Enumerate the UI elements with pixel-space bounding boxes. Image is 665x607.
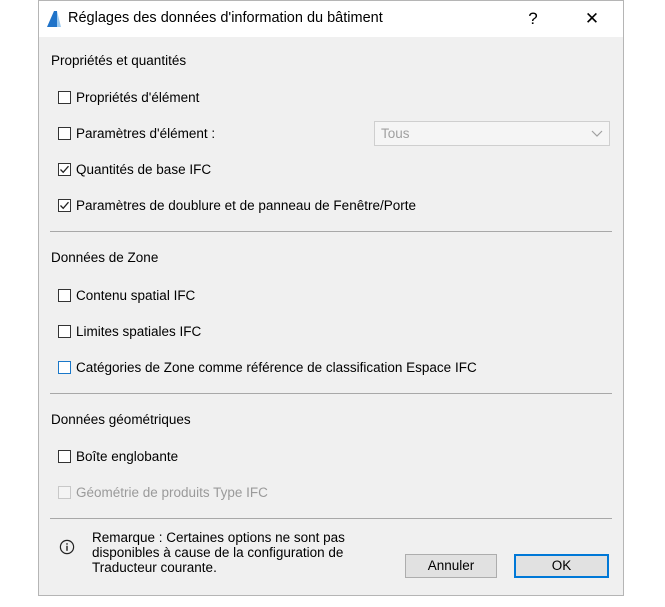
checkbox[interactable]: [58, 126, 71, 140]
option-ifc-type-product-geometry: Géométrie de produits Type IFC: [58, 483, 268, 501]
ok-button[interactable]: OK: [514, 554, 609, 578]
option-zone-category-classification[interactable]: Catégories de Zone comme référence de cl…: [58, 358, 477, 376]
option-ifc-space-boundaries[interactable]: Limites spatiales IFC: [58, 322, 201, 340]
option-label: Propriétés d'élément: [76, 89, 200, 105]
note-text: Remarque : Certaines options ne sont pas…: [92, 530, 392, 575]
option-label: Paramètres de doublure et de panneau de …: [76, 197, 416, 213]
close-button[interactable]: ✕: [576, 5, 608, 33]
option-window-door-lining-panel[interactable]: Paramètres de doublure et de panneau de …: [58, 196, 416, 214]
window-title: Réglages des données d'information du bâ…: [68, 10, 383, 26]
bim-data-settings-dialog: Réglages des données d'information du bâ…: [38, 0, 624, 596]
option-element-properties[interactable]: Propriétés d'élément: [58, 88, 199, 106]
checkmark-icon: [60, 201, 69, 209]
chevron-down-icon: [591, 130, 603, 137]
option-label: Paramètres d'élément :: [76, 125, 216, 141]
checkbox[interactable]: [58, 90, 71, 104]
option-label: Géométrie de produits Type IFC: [76, 484, 268, 500]
help-button[interactable]: ?: [517, 5, 549, 33]
section-label-geometry: Données géométriques: [51, 412, 191, 427]
option-ifc-spatial-containment[interactable]: Contenu spatial IFC: [58, 286, 195, 304]
element-parameters-select[interactable]: Tous: [374, 121, 610, 146]
checkbox-focused[interactable]: [58, 360, 71, 374]
info-icon: [59, 539, 75, 555]
section-label-properties: Propriétés et quantités: [51, 53, 187, 68]
note-line: Traducteur courante.: [92, 560, 217, 575]
select-value: Tous: [381, 126, 410, 141]
cancel-button[interactable]: Annuler: [405, 554, 497, 578]
checkbox[interactable]: [58, 449, 71, 463]
checkbox-checked[interactable]: [58, 198, 71, 212]
checkbox-checked[interactable]: [58, 162, 71, 176]
checkbox-disabled: [58, 485, 71, 499]
archicad-app-icon: [47, 11, 61, 27]
section-divider: [50, 393, 612, 394]
option-bounding-box[interactable]: Boîte englobante: [58, 447, 178, 465]
checkbox[interactable]: [58, 324, 71, 338]
option-label: Quantités de base IFC: [76, 161, 212, 177]
checkbox[interactable]: [58, 288, 71, 302]
section-divider: [50, 518, 612, 519]
option-label: Boîte englobante: [76, 448, 179, 464]
title-bar[interactable]: Réglages des données d'information du bâ…: [39, 1, 623, 37]
note-line: Remarque : Certaines options ne sont pas: [92, 530, 345, 545]
option-element-parameters[interactable]: Paramètres d'élément :: [58, 124, 215, 142]
section-divider: [50, 231, 612, 232]
option-label: Catégories de Zone comme référence de cl…: [76, 359, 477, 375]
checkmark-icon: [60, 165, 69, 173]
option-ifc-base-quantities[interactable]: Quantités de base IFC: [58, 160, 211, 178]
note-line: disponibles à cause de la configuration …: [92, 545, 344, 560]
section-label-zone: Données de Zone: [51, 250, 159, 265]
option-label: Contenu spatial IFC: [76, 287, 196, 303]
option-label: Limites spatiales IFC: [76, 323, 202, 339]
